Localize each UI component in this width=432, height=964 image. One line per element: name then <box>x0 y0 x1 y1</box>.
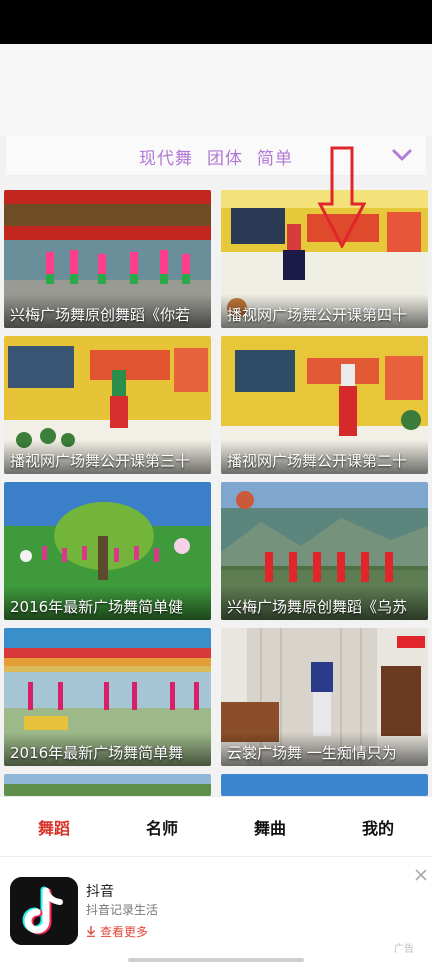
filter-tags: 现代舞 团体 简单 <box>6 136 426 176</box>
download-icon <box>87 926 95 937</box>
ad-banner[interactable]: 抖音 抖音记录生活 查看更多 <box>0 856 432 964</box>
filter-bar: 现代舞 团体 简单 <box>6 136 426 176</box>
video-card[interactable]: 云裳广场舞 一生痴情只为 <box>221 628 428 766</box>
video-card[interactable]: 兴梅广场舞原创舞蹈《你若 <box>4 190 211 328</box>
filter-tag-group[interactable]: 团体 <box>207 144 243 169</box>
video-card[interactable] <box>221 774 428 796</box>
video-title: 2016年最新广场舞简单健 <box>10 598 184 616</box>
tab-music[interactable]: 舞曲 <box>216 815 324 839</box>
video-card[interactable]: 2016年最新广场舞简单健 <box>4 482 211 620</box>
video-title: 兴梅广场舞原创舞蹈《你若 <box>10 306 191 324</box>
ad-more-link[interactable]: 查看更多 <box>86 923 148 940</box>
video-grid: 兴梅广场舞原创舞蹈《你若 播视网广场舞公开课第四十 播视网广场舞公开课第三十 播… <box>0 186 432 796</box>
video-title: 播视网广场舞公开课第三十 <box>10 452 191 470</box>
video-card[interactable]: 播视网广场舞公开课第二十 <box>221 336 428 474</box>
ad-tag: 广告 <box>394 944 414 955</box>
tab-dance[interactable]: 舞蹈 <box>0 815 108 839</box>
home-indicator[interactable] <box>128 958 304 962</box>
bottom-tab-bar: 舞蹈 名师 舞曲 我的 <box>0 796 432 856</box>
video-card[interactable]: 播视网广场舞公开课第三十 <box>4 336 211 474</box>
video-thumbnail <box>221 774 428 796</box>
tab-mine[interactable]: 我的 <box>324 815 432 839</box>
filter-tag-modern[interactable]: 现代舞 <box>139 144 193 169</box>
video-card[interactable]: 2016年最新广场舞简单舞 <box>4 628 211 766</box>
video-title: 播视网广场舞公开课第二十 <box>227 452 408 470</box>
video-card[interactable]: 兴梅广场舞原创舞蹈《乌苏 <box>221 482 428 620</box>
video-title: 播视网广场舞公开课第四十 <box>227 306 408 324</box>
tab-teachers[interactable]: 名师 <box>108 815 216 839</box>
ad-slogan: 抖音记录生活 <box>86 903 159 917</box>
filter-tag-simple[interactable]: 简单 <box>257 144 293 169</box>
video-card[interactable] <box>4 774 211 796</box>
header-area <box>0 44 432 136</box>
close-icon[interactable] <box>414 868 428 882</box>
video-title: 云裳广场舞 一生痴情只为 <box>227 744 397 762</box>
video-thumbnail <box>4 774 211 796</box>
ad-more-label: 查看更多 <box>100 925 149 939</box>
tiktok-logo-icon <box>10 877 78 945</box>
chevron-down-icon[interactable] <box>392 148 412 162</box>
video-title: 兴梅广场舞原创舞蹈《乌苏 <box>227 598 408 616</box>
status-bar <box>0 0 432 44</box>
ad-app-name: 抖音 <box>86 884 114 900</box>
video-card[interactable]: 播视网广场舞公开课第四十 <box>221 190 428 328</box>
video-title: 2016年最新广场舞简单舞 <box>10 744 184 762</box>
